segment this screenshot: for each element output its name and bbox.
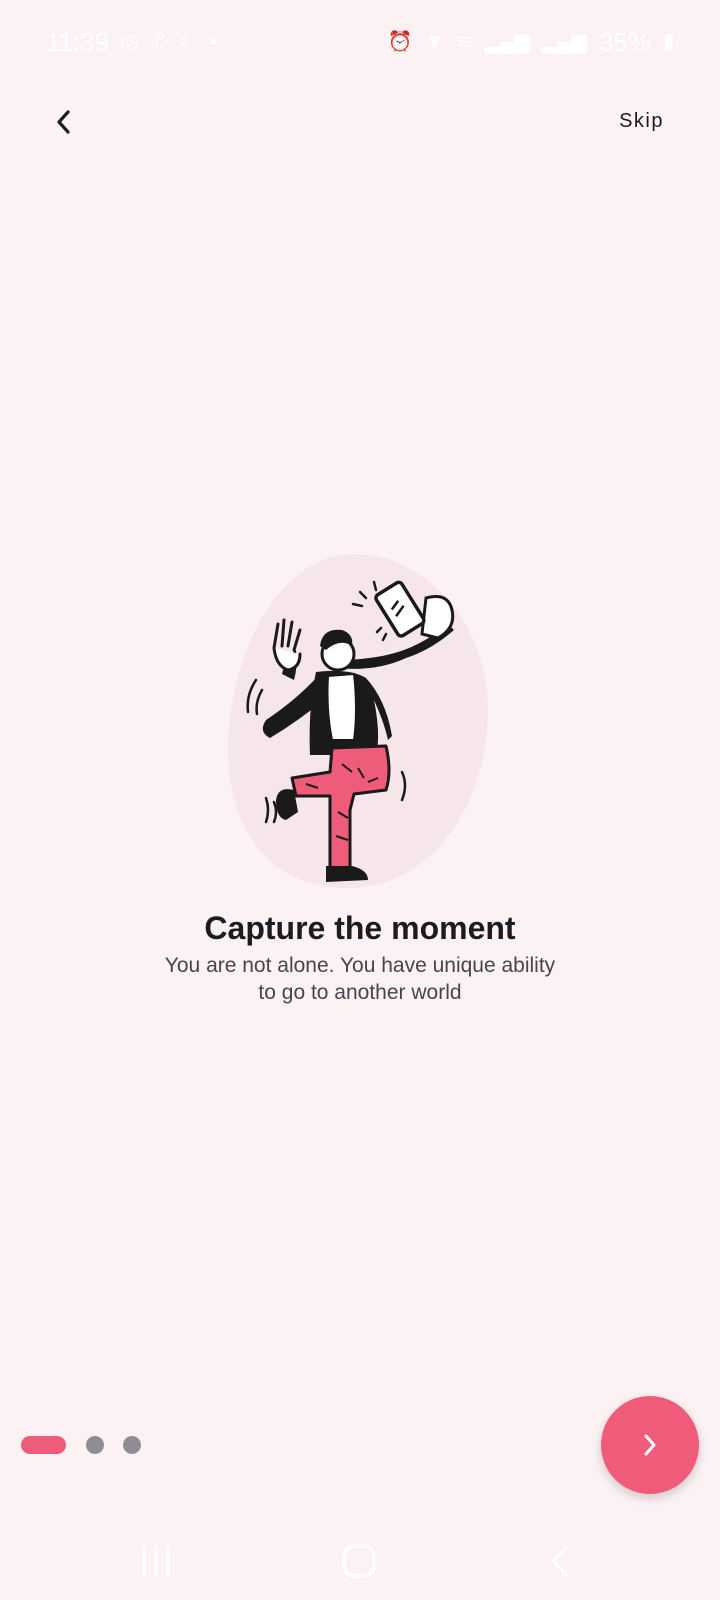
status-left: 11:39 ◎ ✆ ☾ • — [46, 27, 216, 58]
call-icon: ✆ — [150, 31, 168, 53]
status-bar: 11:39 ◎ ✆ ☾ • ⏰ ▼ ≋ ▂▄▆ ▂▄▆ 35% ▮ — [0, 0, 720, 84]
system-nav-bar — [0, 1530, 720, 1600]
home-icon[interactable] — [341, 1544, 377, 1578]
dot-icon: • — [209, 31, 217, 53]
page-dot — [86, 1436, 104, 1454]
page-dot-active — [21, 1436, 66, 1454]
chevron-right-icon — [644, 1434, 656, 1456]
page-dot — [123, 1436, 141, 1454]
onboarding-title: Capture the moment — [204, 910, 516, 946]
signal-icon: ▂▄▆ — [485, 31, 530, 53]
battery-percent: 35% — [598, 26, 651, 57]
selfie-illustration — [228, 554, 488, 889]
back-icon[interactable] — [548, 1544, 572, 1578]
back-button[interactable] — [44, 102, 84, 142]
chevron-left-icon — [57, 110, 70, 134]
whatsapp-icon: ◎ — [121, 31, 139, 53]
alarm-icon: ⏰ — [387, 31, 413, 53]
status-right: ⏰ ▼ ≋ ▂▄▆ ▂▄▆ 35% ▮ — [388, 27, 674, 58]
battery-icon: ▮ — [662, 31, 674, 53]
wifi-icon: ≋ — [456, 31, 474, 53]
download-icon: ▼ — [424, 31, 445, 53]
night-mode-icon: ☾ — [179, 31, 198, 53]
status-time: 11:39 — [46, 26, 110, 57]
onboarding-subtitle: You are not alone. You have unique abili… — [164, 954, 556, 1004]
next-button[interactable] — [601, 1396, 699, 1494]
signal-icon: ▂▄▆ — [542, 31, 587, 53]
recent-apps-icon[interactable] — [140, 1544, 172, 1578]
onboarding-screen: 11:39 ◎ ✆ ☾ • ⏰ ▼ ≋ ▂▄▆ ▂▄▆ 35% ▮ Skip C… — [0, 0, 720, 1600]
skip-button[interactable]: Skip — [619, 110, 664, 133]
